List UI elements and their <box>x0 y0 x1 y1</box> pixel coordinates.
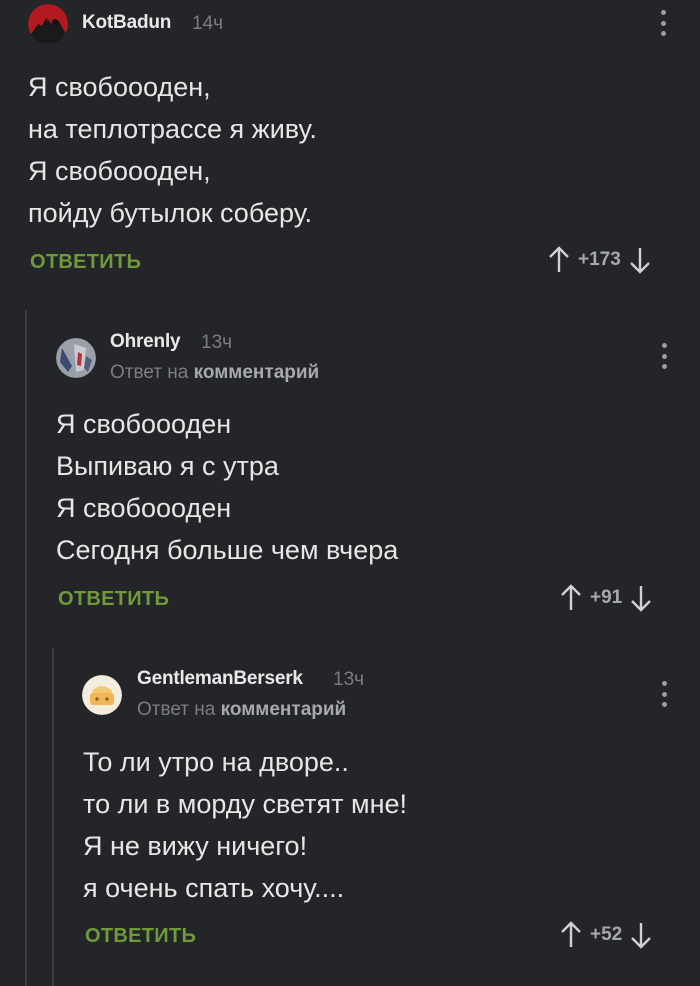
comment-body: Я свобоооден Выпиваю я с утра Я свобооод… <box>56 403 398 571</box>
comment-time: 13ч <box>333 669 365 690</box>
avatar[interactable] <box>82 675 122 715</box>
comment-line: то ли в морду светят мне! <box>83 789 407 819</box>
comment-line: Я не вижу ничего! <box>83 831 308 861</box>
reply-to-prefix: Ответ на <box>110 362 189 383</box>
comment-line: Я свобоооден <box>56 409 232 439</box>
comment-line: на теплотрассе я живу. <box>28 114 317 144</box>
username[interactable]: Ohrenly <box>110 331 181 353</box>
comment-line: пойду бутылок соберу. <box>28 198 313 228</box>
reply-to-prefix: Ответ на <box>137 699 216 720</box>
comment-line: Я свобоооден, <box>28 156 211 186</box>
comment-score: +52 <box>590 924 623 945</box>
avatar[interactable] <box>28 4 68 44</box>
comment-line: Я свобоооден <box>56 493 232 523</box>
comment-line: Выпиваю я с утра <box>56 451 279 481</box>
username[interactable]: KotBadun <box>82 12 171 34</box>
comment-line: То ли утро на дворе.. <box>83 747 349 777</box>
arrow-down-icon[interactable] <box>630 921 652 949</box>
comment-line: Я свобоооден, <box>28 72 211 102</box>
vote-controls: +91 <box>560 584 652 612</box>
comment-line: я очень спать хочу.... <box>83 873 345 903</box>
comment-time: 14ч <box>192 13 224 34</box>
reply-to-label: Ответ на комментарий <box>137 699 346 721</box>
more-vertical-icon[interactable] <box>661 343 667 369</box>
avatar[interactable] <box>56 338 96 378</box>
thread-line-level-1 <box>25 310 27 986</box>
reply-button[interactable]: ОТВЕТИТЬ <box>85 925 196 948</box>
vote-controls: +52 <box>560 921 652 949</box>
arrow-up-icon[interactable] <box>560 584 582 612</box>
more-vertical-icon[interactable] <box>661 681 667 707</box>
arrow-up-icon[interactable] <box>548 246 570 274</box>
arrow-down-icon[interactable] <box>629 246 651 274</box>
reply-to-link[interactable]: комментарий <box>194 362 320 383</box>
arrow-up-icon[interactable] <box>560 921 582 949</box>
comment-score: +91 <box>590 587 623 608</box>
comment-score: +173 <box>578 249 621 270</box>
comment-time: 13ч <box>201 332 233 353</box>
comment-body: То ли утро на дворе.. то ли в морду свет… <box>83 741 407 909</box>
vote-controls: +173 <box>548 246 651 274</box>
thread-line-level-2 <box>52 648 54 986</box>
reply-to-link[interactable]: комментарий <box>221 699 347 720</box>
arrow-down-icon[interactable] <box>630 584 652 612</box>
reply-to-label: Ответ на комментарий <box>110 362 319 384</box>
comment-line: Сегодня больше чем вчера <box>56 535 399 565</box>
comment-body: Я свобоооден, на теплотрассе я живу. Я с… <box>28 66 317 234</box>
reply-button[interactable]: ОТВЕТИТЬ <box>30 251 141 274</box>
more-vertical-icon[interactable] <box>660 10 666 36</box>
username[interactable]: GentlemanBerserk <box>137 668 303 690</box>
reply-button[interactable]: ОТВЕТИТЬ <box>58 588 169 611</box>
